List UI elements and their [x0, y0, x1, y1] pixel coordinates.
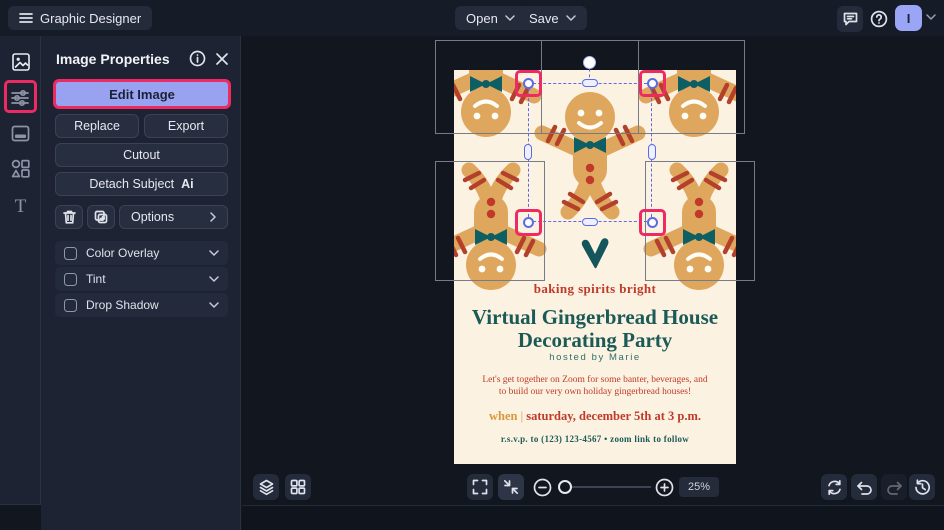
fullscreen-button[interactable]	[467, 474, 493, 500]
detach-subject-button[interactable]: Detach Subject Ai	[55, 172, 228, 196]
help-icon	[870, 10, 888, 28]
zoom-out-button[interactable]	[529, 474, 555, 500]
status-strip	[242, 505, 944, 530]
reset-view-button[interactable]	[821, 474, 847, 500]
text-icon: T	[15, 196, 27, 218]
resize-handle-top[interactable]	[582, 79, 598, 87]
adjustments-icon	[11, 89, 30, 107]
pages-grid-button[interactable]	[285, 474, 311, 500]
duplicate-button[interactable]	[87, 205, 115, 229]
chevron-right-icon	[210, 212, 216, 222]
heart-mark-icon[interactable]	[580, 238, 610, 269]
delete-button[interactable]	[55, 205, 83, 229]
fit-to-screen-icon	[503, 479, 519, 495]
avatar[interactable]: I	[895, 5, 922, 31]
undo-icon	[856, 480, 873, 495]
sync-icon	[826, 479, 843, 496]
design-canvas[interactable]: baking spirits bright Virtual Gingerbrea…	[242, 36, 944, 530]
invitation-hosted-by[interactable]: hosted by Marie	[454, 352, 736, 363]
copy-icon	[94, 210, 108, 224]
color-overlay-checkbox[interactable]	[64, 247, 77, 260]
invitation-body[interactable]: Let's get together on Zoom for some bant…	[454, 375, 736, 398]
annotation-highlight-edit-image: Edit Image	[53, 79, 231, 109]
image-icon	[11, 52, 31, 72]
cutout-button[interactable]: Cutout	[55, 143, 228, 167]
zoom-level-field[interactable]: 25%	[679, 477, 719, 497]
rotation-handle[interactable]	[583, 56, 596, 69]
hamburger-icon	[19, 12, 33, 24]
help-button[interactable]	[866, 6, 892, 32]
chevron-down-icon	[505, 15, 515, 21]
chevron-down-icon	[566, 15, 576, 21]
trash-icon	[63, 210, 76, 224]
ai-badge: Ai	[181, 177, 194, 191]
resize-handle-bottom-left[interactable]	[523, 217, 534, 228]
layout-icon	[11, 125, 30, 142]
export-button[interactable]: Export	[144, 114, 228, 138]
invitation-rsvp[interactable]: r.s.v.p. to (123) 123-4567 • zoom link t…	[454, 434, 736, 444]
rail-item-shapes[interactable]	[7, 155, 34, 182]
fit-to-screen-button[interactable]	[498, 474, 524, 500]
selection-bounding-box	[528, 83, 652, 222]
chat-icon	[843, 12, 858, 26]
edit-image-button[interactable]: Edit Image	[56, 82, 228, 106]
account-menu-chevron-icon[interactable]	[926, 14, 936, 20]
tint-checkbox[interactable]	[64, 273, 77, 286]
zoom-slider-handle[interactable]	[558, 480, 572, 494]
history-button[interactable]	[909, 474, 935, 500]
layers-button[interactable]	[253, 474, 279, 500]
drop-shadow-checkbox[interactable]	[64, 299, 77, 312]
chevron-down-icon	[209, 276, 219, 282]
replace-button[interactable]: Replace	[55, 114, 139, 138]
invitation-title[interactable]: Virtual Gingerbread House Decorating Par…	[454, 306, 736, 352]
resize-handle-right[interactable]	[648, 144, 656, 160]
zoom-in-icon	[655, 478, 674, 497]
fullscreen-icon	[472, 479, 488, 495]
zoom-in-button[interactable]	[651, 474, 677, 500]
undo-button[interactable]	[851, 474, 877, 500]
rail-item-text[interactable]: T	[7, 193, 34, 220]
effect-row-tint[interactable]: Tint	[55, 267, 228, 291]
resize-handle-bottom[interactable]	[582, 218, 598, 226]
rail-item-image[interactable]	[7, 48, 34, 75]
app-menu-button[interactable]: Graphic Designer	[8, 6, 152, 30]
save-button[interactable]: Save	[518, 6, 587, 30]
layers-icon	[258, 479, 275, 496]
chevron-down-icon	[209, 250, 219, 256]
app-title: Graphic Designer	[40, 11, 141, 26]
left-icon-rail: T	[0, 36, 41, 505]
resize-handle-left[interactable]	[524, 144, 532, 160]
invitation-tagline[interactable]: baking spirits bright	[454, 281, 736, 297]
resize-handle-bottom-right[interactable]	[647, 217, 658, 228]
top-bar: Graphic Designer Open Save I	[0, 0, 944, 36]
chevron-down-icon	[209, 302, 219, 308]
grid-icon	[290, 479, 306, 495]
redo-button[interactable]	[881, 474, 907, 500]
zoom-out-icon	[533, 478, 552, 497]
resize-handle-top-right[interactable]	[647, 78, 658, 89]
info-icon[interactable]	[189, 50, 206, 67]
rail-item-adjustments[interactable]	[7, 84, 34, 111]
redo-icon	[886, 480, 903, 495]
close-icon[interactable]	[216, 53, 228, 65]
image-properties-panel: Image Properties Edit Image Replace Expo…	[41, 36, 241, 530]
panel-title: Image Properties	[56, 51, 189, 67]
rail-item-layout[interactable]	[7, 120, 34, 147]
effect-row-drop-shadow[interactable]: Drop Shadow	[55, 293, 228, 317]
zoom-slider-track[interactable]	[567, 486, 651, 488]
history-icon	[914, 479, 931, 496]
resize-handle-top-left[interactable]	[523, 78, 534, 89]
shapes-icon	[11, 159, 30, 178]
effect-row-color-overlay[interactable]: Color Overlay	[55, 241, 228, 265]
options-button[interactable]: Options	[119, 205, 228, 229]
invitation-when-line[interactable]: when | saturday, december 5th at 3 p.m.	[454, 409, 736, 424]
open-button[interactable]: Open	[455, 6, 526, 30]
feedback-button[interactable]	[837, 6, 863, 32]
